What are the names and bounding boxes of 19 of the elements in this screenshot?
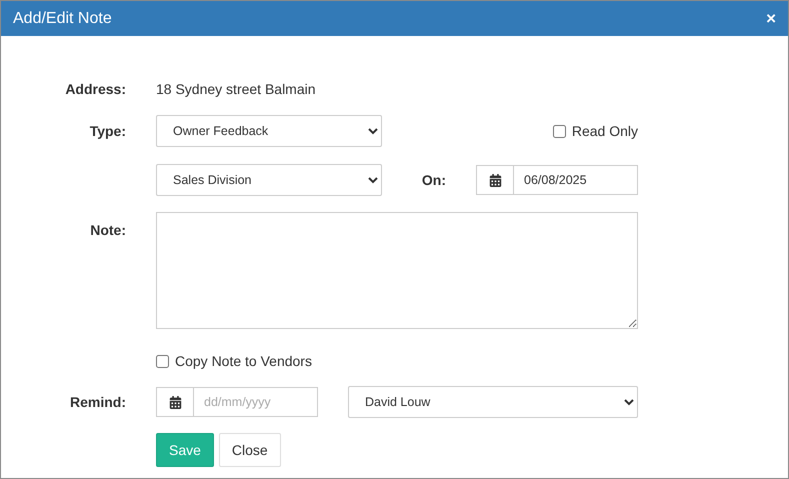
close-button[interactable]: Close <box>218 433 281 467</box>
type-select[interactable]: Owner Feedback <box>156 115 382 147</box>
date-picker[interactable]: dd/mm/yyyy <box>156 387 318 417</box>
field-label: Note: <box>90 221 126 238</box>
field-label: On: <box>422 172 446 188</box>
field-label: Remind: <box>70 394 126 410</box>
dialog-title: Add/Edit Note <box>13 10 112 28</box>
field-label: Type: <box>90 123 126 139</box>
address-text: 18 Sydney street Balmain <box>156 81 316 97</box>
note-field[interactable] <box>156 212 638 329</box>
copy-to-vendors-checkbox[interactable] <box>156 354 169 368</box>
read-only-checkbox[interactable] <box>552 124 566 138</box>
assignee-select[interactable]: David Louw <box>348 386 638 418</box>
checkbox-label: Read Only <box>572 123 638 139</box>
date-picker[interactable]: 06/08/2025 <box>476 165 638 195</box>
checkbox-label: Copy Note to Vendors <box>175 353 312 369</box>
field-label: Address: <box>65 81 126 97</box>
close-button[interactable]: × <box>764 8 778 28</box>
division-select[interactable]: Sales Division <box>156 164 382 196</box>
